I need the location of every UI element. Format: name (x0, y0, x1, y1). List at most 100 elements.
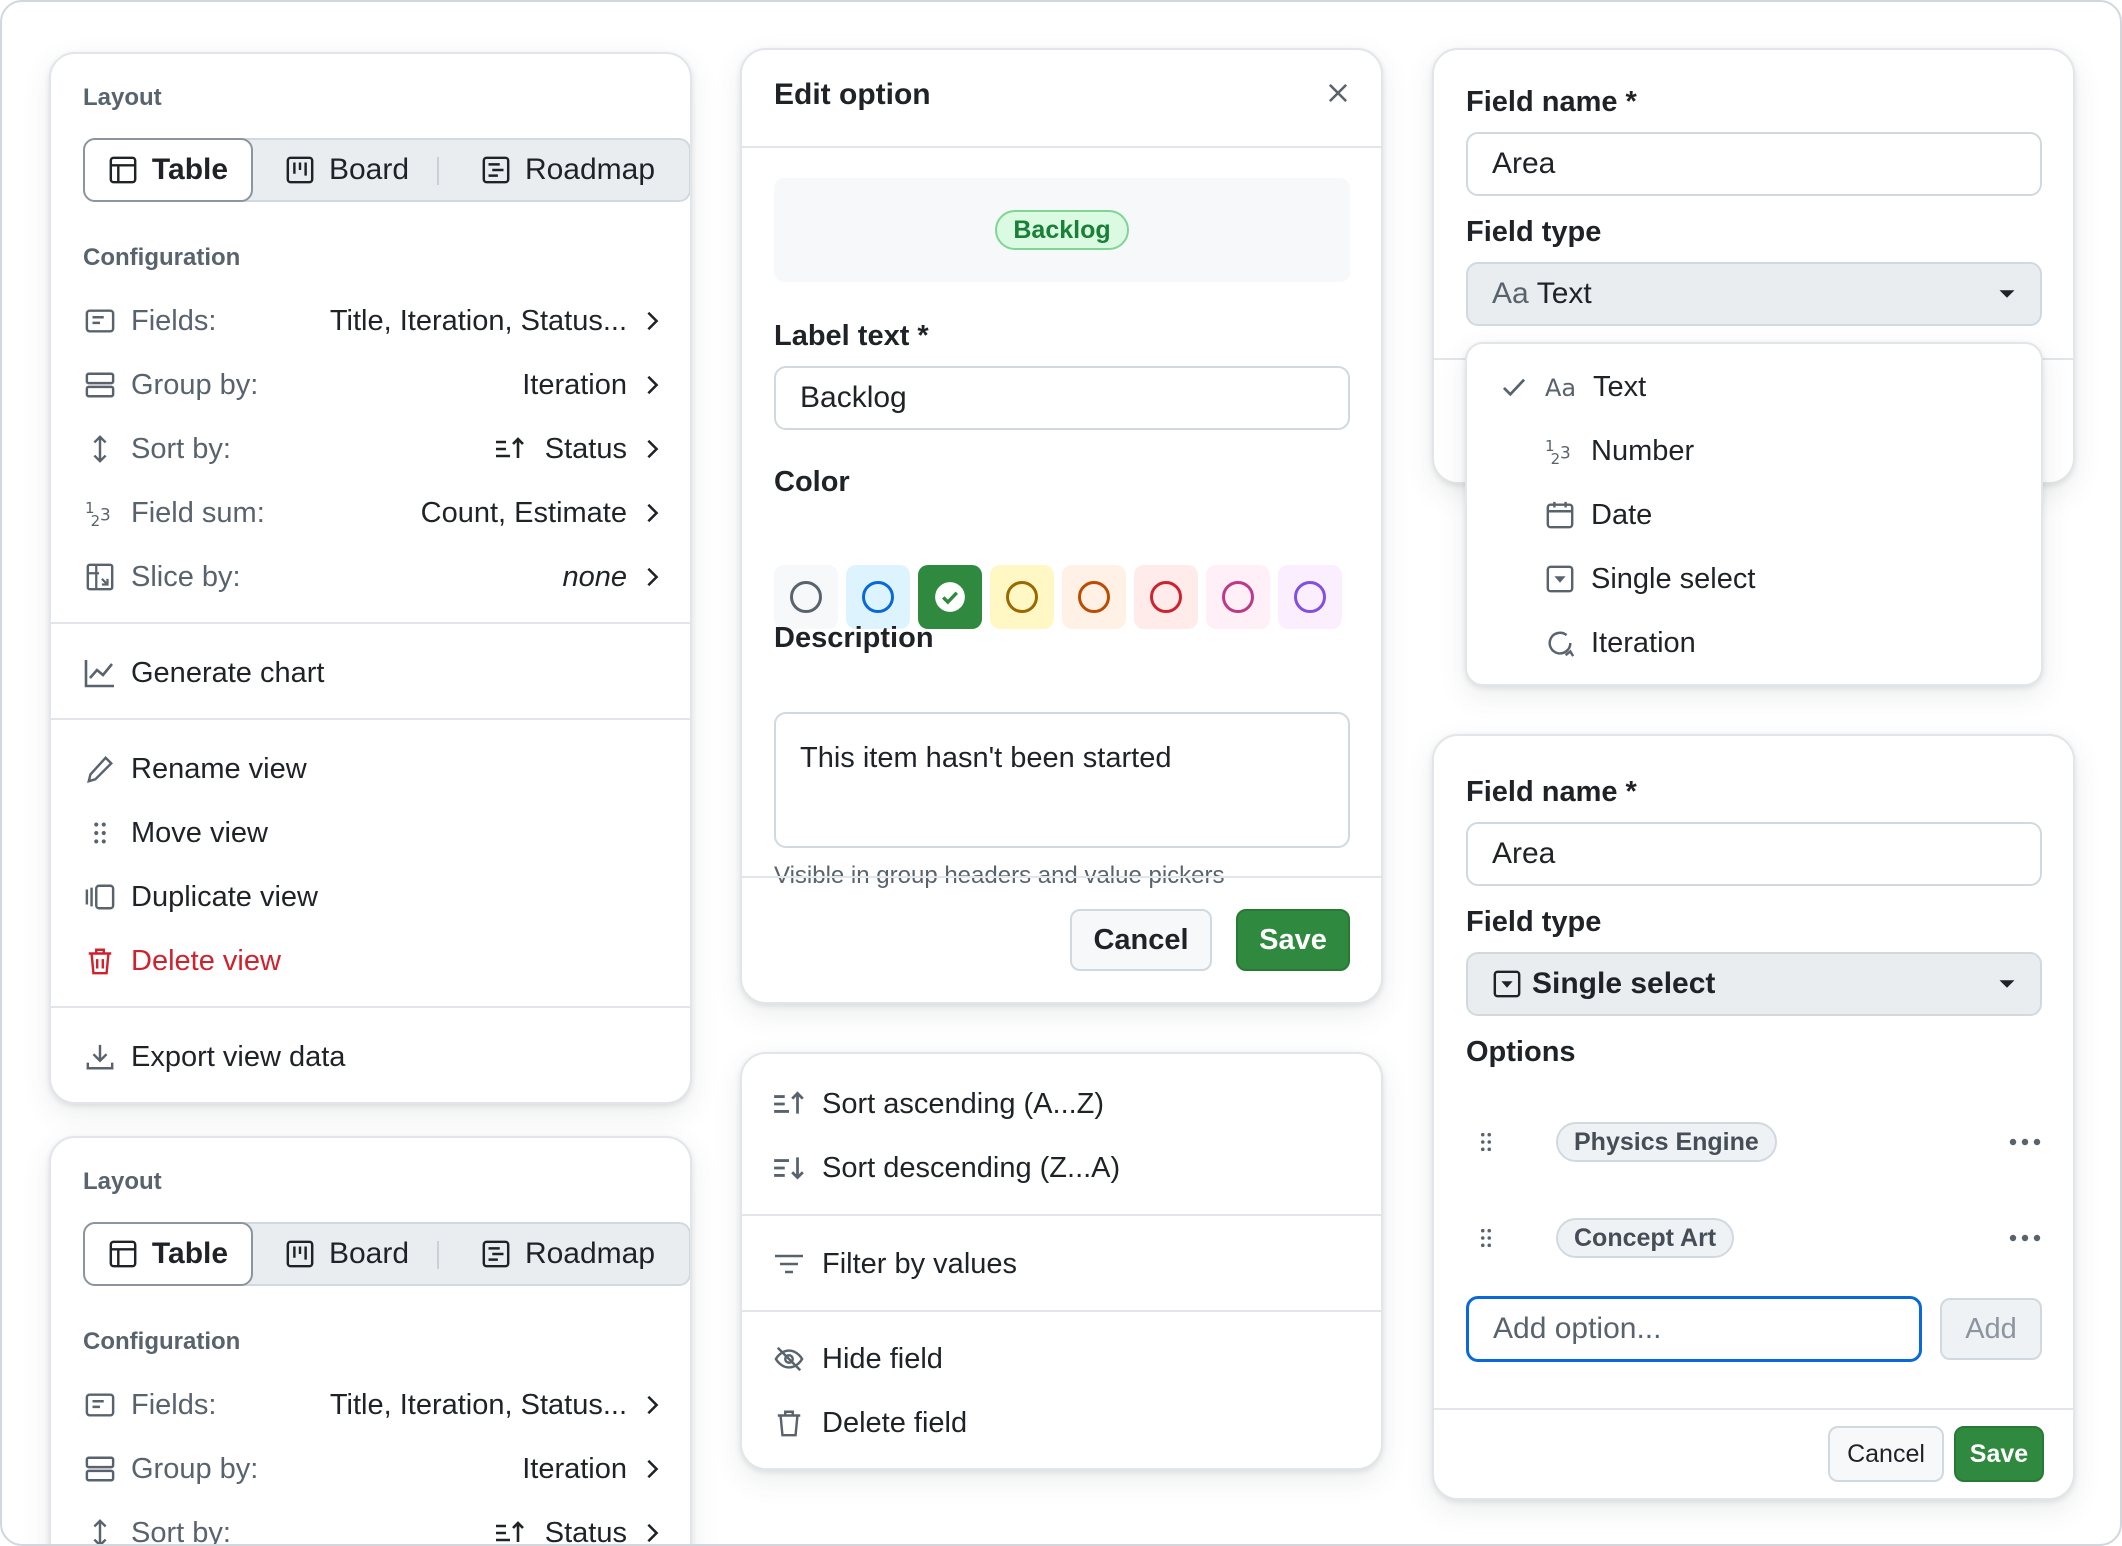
duplicate-view-item[interactable]: Duplicate view (83, 872, 318, 922)
tab-roadmap[interactable]: Roadmap (445, 138, 690, 202)
field-type-option[interactable]: Single select (1497, 554, 1755, 604)
config-slice-by[interactable]: Slice by: none (83, 552, 683, 602)
color-ring (1006, 581, 1038, 613)
tab-table[interactable]: Table (83, 1222, 253, 1286)
segment-divider (437, 1241, 439, 1269)
field-name-input[interactable]: Area (1466, 822, 2042, 886)
sort-icon (83, 434, 117, 464)
color-swatch[interactable] (1134, 565, 1198, 629)
field-type-option[interactable]: Iteration (1497, 618, 1696, 668)
pencil-icon (83, 754, 117, 784)
export-view-data-label: Export view data (131, 1040, 346, 1073)
field-type-option[interactable]: 1 2 3 Number (1497, 426, 1694, 476)
save-button[interactable]: Save (1954, 1426, 2044, 1482)
color-ring (790, 581, 822, 613)
tab-table[interactable]: Table (83, 138, 253, 202)
sort-asc-icon (493, 436, 527, 462)
tab-board[interactable]: Board (257, 138, 437, 202)
table-icon (108, 155, 138, 185)
grabber-icon[interactable] (1466, 1129, 1506, 1155)
config-sort-by[interactable]: Sort by: Status (83, 424, 683, 474)
config-sort-by-value-wrap: Status (493, 433, 627, 466)
color-swatch[interactable] (846, 565, 910, 629)
fields-icon (83, 306, 117, 336)
trash-icon (83, 946, 117, 976)
sort-icon (83, 1518, 117, 1544)
color-ring (1294, 581, 1326, 613)
grabber-icon (83, 818, 117, 848)
tab-roadmap-label: Roadmap (524, 153, 656, 186)
single-select-field-panel: Field name * Area Field type Single sele… (1432, 734, 2075, 1500)
hide-field-label: Hide field (822, 1342, 943, 1375)
tab-board[interactable]: Board (257, 1222, 437, 1286)
config-fields[interactable]: Fields: Title, Iteration, Status... (83, 296, 683, 346)
field-type-value: Text (1536, 277, 1592, 310)
divider (51, 718, 690, 720)
table-icon (108, 1239, 138, 1269)
section-configuration-label: Configuration (83, 244, 241, 271)
config-sort-by-value: Status (544, 1516, 627, 1546)
config-group-by-label: Group by: (131, 1452, 259, 1485)
svg-text:2: 2 (91, 512, 101, 528)
save-button[interactable]: Save (1236, 909, 1350, 971)
tab-roadmap[interactable]: Roadmap (445, 1222, 690, 1286)
config-group-by[interactable]: Group by: Iteration (83, 360, 683, 410)
color-ring (1150, 581, 1182, 613)
number-icon: 123 (1543, 436, 1577, 466)
edit-option-dialog: Edit option Backlog Label text * Backlog… (740, 48, 1383, 1004)
config-sort-by[interactable]: Sort by: Status (83, 1508, 683, 1546)
close-icon[interactable] (1325, 80, 1351, 106)
color-ring (1078, 581, 1110, 613)
field-type-option[interactable]: Date (1497, 490, 1652, 540)
divider (742, 876, 1381, 878)
color-swatch[interactable] (918, 565, 982, 629)
chevron-right-icon (635, 502, 669, 524)
sort-descending-item[interactable]: Sort descending (Z...A) (772, 1143, 1120, 1193)
color-swatch[interactable] (1278, 565, 1342, 629)
segment-divider (437, 157, 439, 185)
label-text-input[interactable]: Backlog (774, 366, 1350, 430)
field-type-option[interactable]: Aa Text (1497, 362, 1646, 412)
chevron-right-icon (635, 1522, 669, 1544)
config-group-by[interactable]: Group by: Iteration (83, 1444, 683, 1494)
cancel-button[interactable]: Cancel (1828, 1426, 1944, 1482)
field-name-input[interactable]: Area (1466, 132, 2042, 196)
delete-view-item[interactable]: Delete view (83, 936, 281, 986)
tab-table-label: Table (151, 1237, 229, 1270)
kebab-horizontal-icon[interactable] (2008, 1233, 2042, 1243)
section-layout-label: Layout (83, 84, 162, 111)
config-fields[interactable]: Fields: Title, Iteration, Status... (83, 1380, 683, 1430)
field-type-select[interactable]: Aa Text (1466, 262, 2042, 326)
field-type-option-label: Date (1591, 498, 1653, 531)
color-swatch[interactable] (774, 565, 838, 629)
single-select-icon (1492, 969, 1522, 999)
export-view-data-item[interactable]: Export view data (83, 1032, 345, 1082)
filter-by-values-item[interactable]: Filter by values (772, 1239, 1017, 1289)
color-swatch[interactable] (1062, 565, 1126, 629)
rename-view-item[interactable]: Rename view (83, 744, 307, 794)
config-field-sum[interactable]: 123 Field sum: Count, Estimate (83, 488, 683, 538)
color-swatch[interactable] (1206, 565, 1270, 629)
color-swatch[interactable] (990, 565, 1054, 629)
delete-field-item[interactable]: Delete field (772, 1398, 967, 1448)
chevron-right-icon (635, 310, 669, 332)
description-textarea[interactable]: This item hasn't been started (774, 712, 1350, 848)
sort-ascending-item[interactable]: Sort ascending (A...Z) (772, 1079, 1104, 1129)
delete-field-label: Delete field (822, 1406, 968, 1439)
config-fields-value: Title, Iteration, Status... (329, 304, 627, 337)
divider (51, 1006, 690, 1008)
board-icon (285, 1239, 315, 1269)
cancel-button[interactable]: Cancel (1070, 909, 1212, 971)
kebab-horizontal-icon[interactable] (2008, 1137, 2042, 1147)
field-type-select[interactable]: Single select (1466, 952, 2042, 1016)
move-view-item[interactable]: Move view (83, 808, 268, 858)
color-ring (862, 581, 894, 613)
iteration-icon (1543, 628, 1577, 658)
grabber-icon[interactable] (1466, 1225, 1506, 1251)
add-option-input[interactable]: Add option... (1466, 1296, 1922, 1362)
hide-field-item[interactable]: Hide field (772, 1334, 943, 1384)
config-group-by-label: Group by: (131, 368, 259, 401)
generate-chart-item[interactable]: Generate chart (83, 648, 324, 698)
sort-desc-icon (772, 1154, 806, 1182)
add-button[interactable]: Add (1940, 1298, 2042, 1360)
